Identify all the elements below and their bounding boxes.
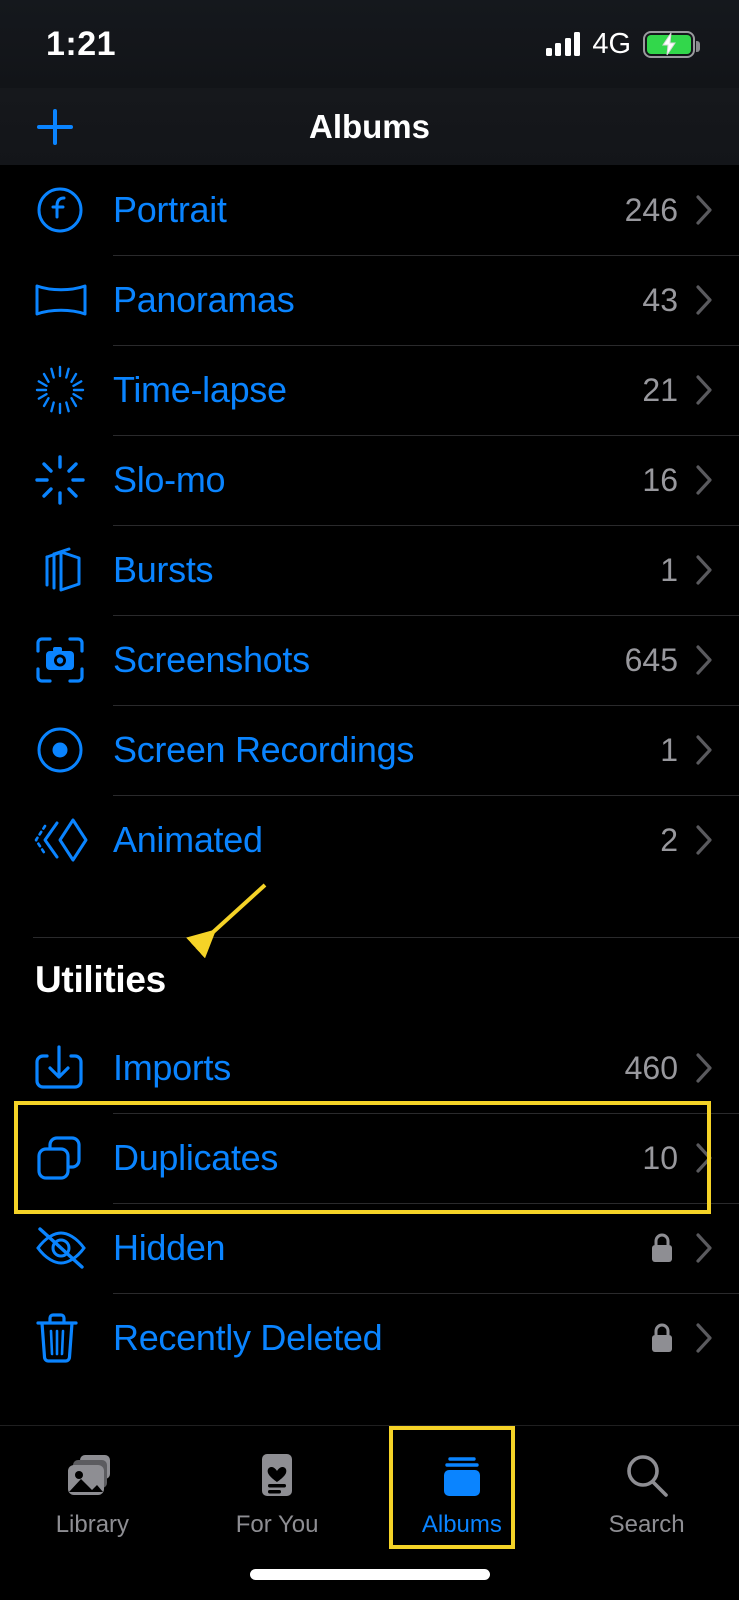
status-bar: 1:21 4G — [0, 0, 739, 88]
for-you-card-icon — [255, 1450, 299, 1502]
eye-slash-icon — [33, 1224, 113, 1272]
animated-diamond-icon — [33, 813, 113, 867]
album-row-hidden[interactable]: Hidden — [0, 1203, 739, 1293]
album-row-duplicates[interactable]: Duplicates 10 — [0, 1113, 739, 1203]
album-label: Duplicates — [113, 1137, 279, 1178]
network-type-label: 4G — [592, 27, 631, 60]
magnifier-icon — [623, 1450, 671, 1502]
album-row-portrait[interactable]: Portrait 246 — [0, 165, 739, 255]
album-label: Slo-mo — [113, 459, 226, 500]
navigation-bar: Albums — [0, 88, 739, 165]
status-clock: 1:21 — [46, 24, 117, 63]
album-row-screen-recordings[interactable]: Screen Recordings 1 — [0, 705, 739, 795]
tab-for-you[interactable]: For You — [185, 1450, 370, 1539]
album-count: 2 — [660, 821, 678, 858]
album-count: 16 — [642, 461, 678, 498]
album-label: Screen Recordings — [113, 729, 415, 770]
chevron-right-icon — [696, 1053, 712, 1083]
trash-icon — [33, 1311, 113, 1365]
album-label: Bursts — [113, 549, 214, 590]
utilities-section-header: Utilities — [35, 959, 166, 1000]
chevron-right-icon — [696, 1233, 712, 1263]
section-divider — [0, 885, 739, 938]
chevron-right-icon — [696, 735, 712, 765]
bursts-stack-icon — [33, 544, 113, 596]
slomo-icon — [33, 453, 113, 507]
chevron-right-icon — [696, 555, 712, 585]
chevron-right-icon — [696, 465, 712, 495]
album-count: 246 — [624, 191, 678, 228]
album-row-screenshots[interactable]: Screenshots 645 — [0, 615, 739, 705]
album-label: Time-lapse — [113, 369, 287, 410]
tab-label: Search — [608, 1511, 685, 1538]
tab-label: Library — [55, 1511, 130, 1538]
album-label: Recently Deleted — [113, 1317, 383, 1358]
album-row-slo-mo[interactable]: Slo-mo 16 — [0, 435, 739, 525]
tab-search[interactable]: Search — [554, 1450, 739, 1539]
album-label: Portrait — [113, 189, 227, 230]
screenshot-camera-icon — [33, 634, 113, 686]
chevron-right-icon — [696, 195, 712, 225]
albums-list: Portrait 246 Panoramas 43 Time-lapse 21 … — [0, 165, 739, 1383]
album-row-time-lapse[interactable]: Time-lapse 21 — [0, 345, 739, 435]
chevron-right-icon — [696, 645, 712, 675]
cellular-bars-icon — [545, 32, 581, 56]
album-label: Hidden — [113, 1227, 226, 1268]
album-count: 21 — [642, 371, 678, 408]
chevron-right-icon — [696, 1323, 712, 1353]
portrait-f-stop-icon — [33, 183, 113, 237]
panorama-icon — [33, 278, 113, 322]
chevron-right-icon — [696, 1143, 712, 1173]
photo-stack-icon — [64, 1450, 120, 1502]
plus-icon[interactable] — [33, 105, 77, 149]
import-download-icon — [33, 1043, 113, 1093]
duplicates-squares-icon — [33, 1132, 113, 1184]
tab-library[interactable]: Library — [0, 1450, 185, 1539]
album-count: 10 — [642, 1139, 678, 1176]
lock-icon — [648, 1321, 676, 1355]
album-row-animated[interactable]: Animated 2 — [0, 795, 739, 885]
album-row-imports[interactable]: Imports 460 — [0, 1023, 739, 1113]
chevron-right-icon — [696, 825, 712, 855]
album-row-panoramas[interactable]: Panoramas 43 — [0, 255, 739, 345]
page-title: Albums — [308, 107, 430, 145]
album-count: 645 — [624, 641, 678, 678]
album-count: 1 — [660, 551, 678, 588]
album-label: Screenshots — [113, 639, 310, 680]
photos-albums-screen: 1:21 4G Albums Portrait 246 Panoramas 43… — [0, 0, 739, 1600]
album-row-recently-deleted[interactable]: Recently Deleted — [0, 1293, 739, 1383]
record-circle-icon — [33, 723, 113, 777]
album-count: 1 — [660, 731, 678, 768]
albums-stack-icon — [437, 1450, 487, 1502]
home-indicator — [249, 1569, 490, 1580]
album-count: 43 — [642, 281, 678, 318]
album-label: Animated — [113, 819, 263, 860]
status-indicators: 4G — [545, 27, 700, 61]
chevron-right-icon — [696, 375, 712, 405]
tab-label: For You — [235, 1511, 319, 1538]
chevron-right-icon — [696, 285, 712, 315]
album-label: Imports — [113, 1047, 231, 1088]
tab-albums[interactable]: Albums — [370, 1450, 555, 1539]
album-row-bursts[interactable]: Bursts 1 — [0, 525, 739, 615]
album-label: Panoramas — [113, 279, 295, 320]
tab-label: Albums — [421, 1511, 502, 1538]
timelapse-icon — [33, 363, 113, 417]
battery-charging-icon — [643, 30, 700, 58]
album-count: 460 — [624, 1049, 678, 1086]
tab-bar: Library For You Albums Search — [0, 1425, 739, 1600]
lock-icon — [648, 1231, 676, 1265]
